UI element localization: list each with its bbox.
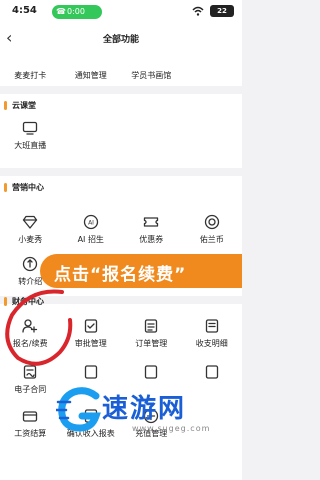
watermark-domain: www.sugeg.com	[132, 424, 211, 433]
item-label: 小麦秀	[18, 235, 43, 244]
status-bar: 4:54 ☎ 0:00 22	[0, 0, 242, 24]
svg-text:AI: AI	[88, 220, 94, 227]
cloud-classroom-section: 云课堂 大班直播	[0, 94, 242, 168]
ledger-icon	[205, 319, 218, 333]
nav-bar: ‹ 全部功能	[0, 24, 242, 54]
item-notification-management[interactable]: 通知管理	[61, 66, 122, 81]
item-label: 工资结算	[14, 429, 47, 438]
wallet-icon	[23, 411, 38, 422]
call-indicator[interactable]: ☎ 0:00	[52, 5, 102, 19]
item-xiaomai-show[interactable]: 小麦秀	[0, 214, 61, 245]
battery-icon: 22	[210, 5, 234, 17]
item-payroll[interactable]: 工资结算	[0, 408, 61, 439]
record-icon	[205, 365, 218, 379]
ai-icon: AI	[83, 214, 98, 230]
item-label: 电子合同	[14, 385, 47, 394]
item-label: 收支明细	[195, 339, 228, 348]
call-time: 0:00	[67, 7, 85, 16]
item-label: 大班直播	[14, 141, 47, 150]
wifi-icon	[192, 6, 204, 16]
item-label: 通知管理	[74, 71, 107, 80]
phone-icon: ☎	[56, 7, 66, 16]
item-student-gallery[interactable]: 学员书画馆	[121, 66, 182, 81]
annotation-circle	[5, 289, 73, 366]
page-title: 全部功能	[102, 35, 139, 45]
item-label: 订单管理	[135, 339, 168, 348]
section-title: 营销中心	[12, 183, 44, 192]
monitor-icon	[23, 121, 38, 135]
top-section-card: 麦麦打卡 通知管理 学员书画馆	[0, 54, 242, 86]
coupon-icon	[144, 217, 159, 227]
watermark: 速游网 www.sugeg.com	[56, 382, 242, 442]
status-time: 4:54	[12, 5, 37, 16]
coin-icon	[204, 214, 219, 230]
item-label: 佑兰币	[199, 235, 224, 244]
section-title: 云课堂	[12, 101, 36, 110]
item-income-expense-detail[interactable]: 收支明细	[182, 318, 243, 349]
item-checkin[interactable]: 麦麦打卡	[0, 66, 61, 81]
item-label: 优惠券	[139, 235, 164, 244]
item-coupon[interactable]: 优惠券	[121, 214, 182, 245]
item-label: 学员书画馆	[131, 71, 172, 80]
item-label: 麦麦打卡	[14, 71, 47, 80]
exchange-icon	[145, 365, 158, 379]
order-list-icon	[145, 319, 158, 333]
item-live-class[interactable]: 大班直播	[0, 120, 61, 151]
watermark-logo-icon	[56, 387, 101, 432]
item-label: AI 招生	[77, 235, 104, 244]
item-youlan-coin[interactable]: 佑兰币	[182, 214, 243, 245]
item-ai-enrollment[interactable]: AI AI 招生	[61, 214, 122, 245]
referral-icon	[23, 256, 38, 272]
diamond-icon	[23, 215, 38, 229]
item-order-management[interactable]: 订单管理	[121, 318, 182, 349]
watermark-text: 速游网	[102, 394, 187, 424]
